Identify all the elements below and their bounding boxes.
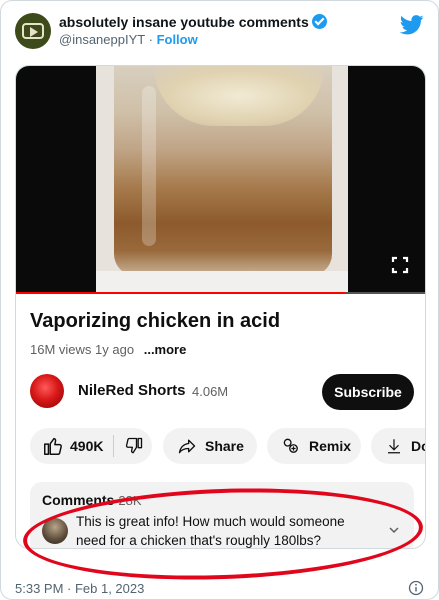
- like-dislike-pill: 490K: [30, 428, 152, 464]
- chevron-down-icon[interactable]: [388, 524, 400, 536]
- share-arrow-icon: [178, 439, 196, 454]
- info-icon[interactable]: [408, 580, 424, 596]
- like-divider: [113, 435, 115, 457]
- comments-count: 28K: [118, 493, 142, 508]
- download-button[interactable]: Do: [371, 428, 425, 464]
- beaker-base: [96, 271, 348, 294]
- video-progress-bar[interactable]: [16, 292, 425, 294]
- tweet-card: absolutely insane youtube comments @insa…: [0, 0, 439, 600]
- commenter-avatar[interactable]: [42, 518, 68, 544]
- download-label: Do: [411, 438, 425, 454]
- follow-button[interactable]: Follow: [157, 32, 198, 47]
- video-progress-fill: [16, 292, 345, 294]
- subscriber-count: 4.06M: [192, 384, 229, 399]
- subscribe-button[interactable]: Subscribe: [322, 374, 414, 410]
- account-name[interactable]: absolutely insane youtube comments: [59, 14, 327, 30]
- like-count[interactable]: 490K: [70, 438, 103, 454]
- video-thumbnail: [96, 66, 348, 294]
- youtube-logo-icon: [22, 23, 44, 39]
- handle-row: @insaneppIYT · Follow: [59, 32, 198, 47]
- account-avatar[interactable]: [15, 13, 51, 49]
- foam-layer: [154, 66, 324, 126]
- top-comment-text: This is great info! How much would someo…: [76, 514, 345, 548]
- comments-label: Comments: [42, 492, 115, 508]
- remix-icon: [283, 438, 298, 453]
- remix-label: Remix: [309, 438, 352, 454]
- share-button[interactable]: Share: [163, 428, 257, 464]
- video-meta: 16M views 1y ago ...more: [30, 342, 186, 357]
- video-age: 1y ago: [95, 342, 135, 357]
- tweet-timestamp[interactable]: 5:33 PM · Feb 1, 2023: [15, 581, 144, 596]
- tweet-header: absolutely insane youtube comments @insa…: [15, 11, 424, 51]
- twitter-bird-icon[interactable]: [400, 15, 424, 35]
- account-name-text: absolutely insane youtube comments: [59, 14, 309, 30]
- video-title: Vaporizing chicken in acid: [30, 310, 281, 332]
- comments-section[interactable]: Comments 28K This is great info! How much…: [30, 482, 414, 548]
- action-bar: 490K Share Remix D: [30, 428, 425, 464]
- view-count: 16M views: [30, 342, 92, 357]
- video-player[interactable]: [16, 66, 425, 294]
- beaker-shine: [142, 86, 156, 246]
- channel-avatar[interactable]: [30, 374, 64, 408]
- thumbs-up-icon[interactable]: [42, 435, 64, 457]
- share-label: Share: [205, 438, 244, 454]
- channel-name[interactable]: NileRed Shorts: [78, 382, 186, 399]
- comments-header: Comments 28K: [42, 492, 142, 508]
- handle-separator: ·: [148, 32, 153, 47]
- thumbs-down-icon[interactable]: [124, 436, 144, 456]
- fullscreen-icon[interactable]: [391, 256, 409, 274]
- account-handle[interactable]: @insaneppIYT: [59, 32, 145, 47]
- beaker-image: [114, 66, 332, 276]
- remix-button[interactable]: Remix: [267, 428, 361, 464]
- download-icon: [388, 439, 400, 454]
- verified-badge-icon: [311, 14, 327, 29]
- more-link[interactable]: ...more: [144, 342, 187, 357]
- embedded-screenshot[interactable]: Vaporizing chicken in acid 16M views 1y …: [15, 65, 426, 549]
